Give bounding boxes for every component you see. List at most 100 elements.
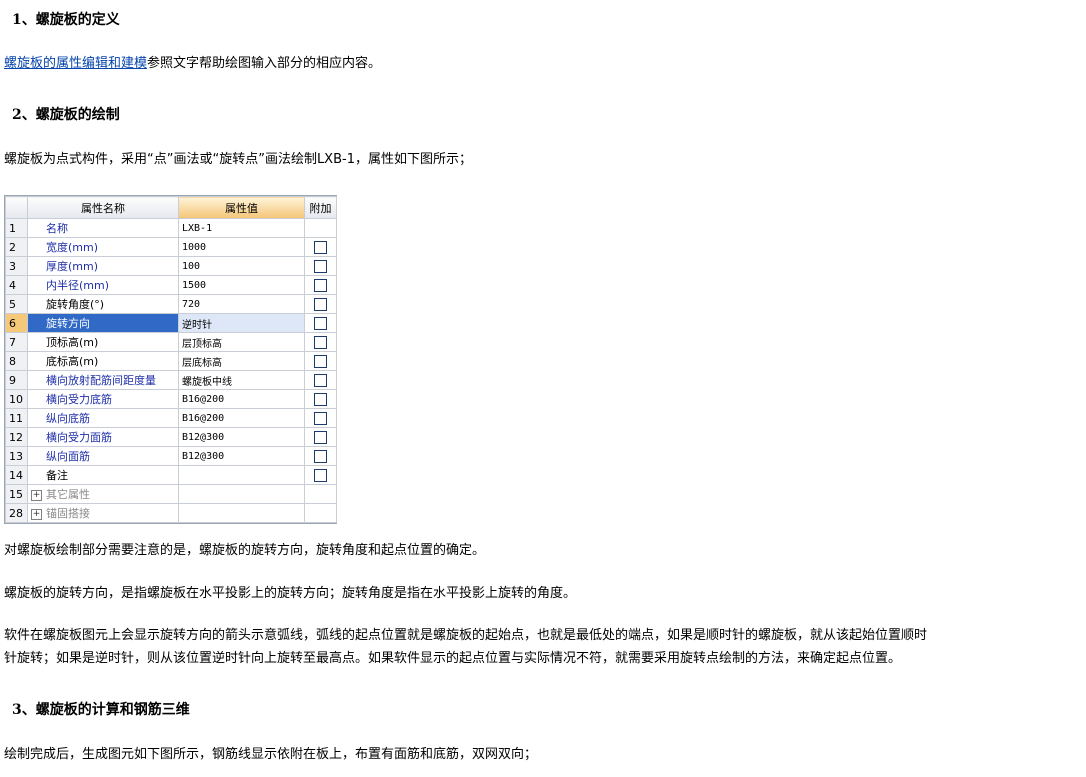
property-name-cell[interactable]: 横向放射配筋间距度量 [27,370,179,390]
header-index [5,196,28,219]
grid-row[interactable]: 9 横向放射配筋间距度量 螺旋板中线 [5,370,337,390]
property-name-cell[interactable]: 纵向底筋 [27,408,179,428]
note-paragraph-3-line1: 软件在螺旋板图元上会显示旋转方向的箭头示意弧线，弧线的起点位置就是螺旋板的起始点… [4,628,928,643]
row-index: 13 [5,446,28,466]
grid-row[interactable]: 11 纵向底筋 B16@200 [5,408,337,428]
note-paragraph-3-line2: 针旋转；如果是逆时针，则从该位置逆时针向上旋转至最高点。如果软件显示的起点位置与… [4,651,902,666]
extra-checkbox[interactable] [314,411,327,425]
grid-header-row: 属性名称 属性值 附加 [5,196,337,219]
row-index: 4 [5,275,28,295]
header-property-value[interactable]: 属性值 [178,196,305,219]
expand-icon[interactable]: + [31,489,42,501]
property-value[interactable]: 720 [178,294,305,314]
property-value[interactable] [178,484,305,504]
extra-cell [304,484,337,504]
row-index: 11 [5,408,28,428]
extra-cell [304,389,337,409]
extra-checkbox[interactable] [314,240,327,254]
note-paragraph-1: 对螺旋板绘制部分需要注意的是，螺旋板的旋转方向，旋转角度和起点位置的确定。 [4,543,486,558]
property-name: 横向受力底筋 [46,393,112,406]
extra-checkbox[interactable] [314,468,327,482]
grid-row[interactable]: 13 纵向面筋 B12@300 [5,446,337,466]
property-name: 其它属性 [46,488,90,501]
property-name-cell[interactable]: 内半径(mm) [27,275,179,295]
grid-row[interactable]: 6 旋转方向 逆时针 [5,313,337,333]
extra-checkbox[interactable] [314,430,327,444]
property-name-cell[interactable]: 底标高(m) [27,351,179,371]
expand-icon[interactable]: + [31,508,42,520]
row-index: 5 [5,294,28,314]
note-paragraph-2: 螺旋板的旋转方向，是指螺旋板在水平投影上的旋转方向；旋转角度是指在水平投影上旋转… [4,586,577,601]
grid-row[interactable]: 15 + 其它属性 [5,484,337,504]
property-edit-link[interactable]: 螺旋板的属性编辑和建模 [4,56,147,71]
grid-row[interactable]: 10 横向受力底筋 B16@200 [5,389,337,409]
extra-cell [304,313,337,333]
header-property-name[interactable]: 属性名称 [27,196,179,219]
property-value[interactable]: LXB-1 [178,218,305,238]
header-extra[interactable]: 附加 [304,196,337,219]
property-name-cell[interactable]: 旋转方向 [27,313,179,333]
row-index: 8 [5,351,28,371]
extra-cell [304,370,337,390]
grid-row[interactable]: 12 横向受力面筋 B12@300 [5,427,337,447]
definition-text: 参照文字帮助绘图输入部分的相应内容。 [147,56,382,71]
extra-checkbox[interactable] [314,354,327,368]
property-value[interactable] [178,503,305,523]
grid-row[interactable]: 5 旋转角度(°) 720 [5,294,337,314]
extra-checkbox[interactable] [314,297,327,311]
grid-row[interactable]: 1 名称 LXB-1 [5,218,337,238]
property-name-cell[interactable]: 顶标高(m) [27,332,179,352]
property-value[interactable]: B16@200 [178,389,305,409]
property-name: 纵向底筋 [46,412,90,425]
grid-row[interactable]: 3 厚度(mm) 100 [5,256,337,276]
property-value[interactable]: B16@200 [178,408,305,428]
property-name: 厚度(mm) [46,260,99,273]
drawing-intro-text: 螺旋板为点式构件，采用“点”画法或“旋转点”画法绘制LXB-1，属性如下图所示； [4,152,472,167]
extra-checkbox[interactable] [314,335,327,349]
extra-checkbox[interactable] [314,259,327,273]
property-value[interactable]: 100 [178,256,305,276]
extra-checkbox[interactable] [314,392,327,406]
property-value[interactable]: 1000 [178,237,305,257]
property-name-cell[interactable]: 横向受力底筋 [27,389,179,409]
property-name: 名称 [46,222,68,235]
property-value[interactable]: B12@300 [178,446,305,466]
property-name: 底标高(m) [46,355,99,368]
property-value[interactable]: 层顶标高 [178,332,305,352]
grid-row[interactable]: 14 备注 [5,465,337,485]
grid-row[interactable]: 8 底标高(m) 层底标高 [5,351,337,371]
property-name-cell[interactable]: 横向受力面筋 [27,427,179,447]
property-name-cell[interactable]: 宽度(mm) [27,237,179,257]
extra-checkbox[interactable] [314,449,327,463]
extra-cell [304,446,337,466]
property-value[interactable]: 逆时针 [178,313,305,333]
grid-row[interactable]: 28 + 锚固搭接 [5,503,337,523]
property-name-cell[interactable]: 纵向面筋 [27,446,179,466]
property-name: 锚固搭接 [46,507,90,520]
property-name-cell[interactable]: + 锚固搭接 [27,503,179,523]
property-value[interactable] [178,465,305,485]
grid-row[interactable]: 2 宽度(mm) 1000 [5,237,337,257]
property-name-cell[interactable]: + 其它属性 [27,484,179,504]
property-name: 纵向面筋 [46,450,90,463]
property-name-cell[interactable]: 厚度(mm) [27,256,179,276]
grid-row[interactable]: 7 顶标高(m) 层顶标高 [5,332,337,352]
property-value[interactable]: 1500 [178,275,305,295]
extra-checkbox[interactable] [314,278,327,292]
property-value[interactable]: 螺旋板中线 [178,370,305,390]
property-name: 备注 [46,469,68,482]
row-index: 14 [5,465,28,485]
property-name-cell[interactable]: 备注 [27,465,179,485]
extra-cell [304,256,337,276]
extra-cell [304,408,337,428]
property-value[interactable]: B12@300 [178,427,305,447]
grid-row[interactable]: 4 内半径(mm) 1500 [5,275,337,295]
extra-checkbox[interactable] [314,373,327,387]
property-grid: 属性名称 属性值 附加 1 名称 LXB-1 2 宽度(mm) 1000 3 厚度(mm) 10… [4,195,337,524]
property-value[interactable]: 层底标高 [178,351,305,371]
extra-checkbox[interactable] [314,316,327,330]
property-name-cell[interactable]: 名称 [27,218,179,238]
row-index: 9 [5,370,28,390]
property-name-cell[interactable]: 旋转角度(°) [27,294,179,314]
property-name: 旋转方向 [46,317,90,330]
